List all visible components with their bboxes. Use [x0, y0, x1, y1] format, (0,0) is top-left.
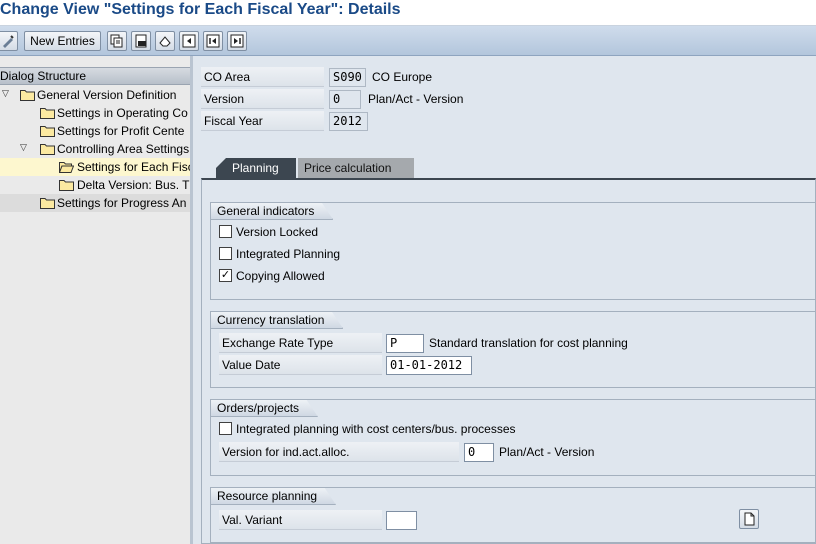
tree-item-label: Settings for Progress An [57, 196, 187, 210]
version-ind-act-alloc-label: Version for ind.act.alloc. [219, 442, 459, 462]
tree-item-settings-each-fiscal-year[interactable]: Settings for Each Fisc [0, 158, 190, 176]
version-value: 0 [329, 90, 361, 109]
val-variant-row: Val. Variant [219, 510, 809, 530]
next-entry-icon[interactable] [227, 31, 247, 51]
create-document-button[interactable] [739, 509, 759, 529]
exchange-rate-type-text: Standard translation for cost planning [429, 336, 628, 350]
undo-icon[interactable] [155, 31, 175, 51]
version-ind-act-alloc-input[interactable]: 0 [464, 443, 494, 462]
folder-icon [40, 126, 55, 137]
folder-icon [59, 180, 74, 191]
integrated-planning-cost-centers-checkbox[interactable]: Integrated planning with cost centers/bu… [219, 420, 516, 438]
checkbox-box[interactable] [219, 422, 232, 436]
folder-icon [40, 108, 55, 119]
open-folder-icon [59, 162, 74, 173]
resource-planning-group: Resource planning Val. Variant [210, 487, 816, 543]
fiscal-year-row: Fiscal Year 2012 [201, 111, 501, 131]
tree-item-label: Delta Version: Bus. T [77, 178, 190, 192]
checkbox-label: Integrated planning with cost centers/bu… [236, 422, 516, 436]
group-title: Currency translation [210, 311, 343, 329]
val-variant-label: Val. Variant [219, 510, 382, 530]
value-date-label: Value Date [219, 355, 382, 375]
version-ind-act-alloc-row: Version for ind.act.alloc. 0 Plan/Act - … [219, 442, 809, 462]
tree-item-label: General Version Definition [37, 88, 177, 102]
group-title: Orders/projects [210, 399, 318, 417]
group-title: General indicators [210, 202, 333, 220]
co-area-label: CO Area [201, 67, 324, 87]
fiscal-year-value: 2012 [329, 112, 368, 131]
version-text: Plan/Act - Version [368, 92, 464, 106]
collapse-icon[interactable]: ▽ [2, 87, 14, 99]
detail-area: CO Area S090 CO Europe Version 0 Plan/Ac… [196, 56, 816, 544]
collapse-icon[interactable]: ▽ [20, 141, 32, 153]
checkmark-icon[interactable]: ✓ [219, 269, 232, 283]
previous-entry-icon[interactable] [203, 31, 223, 51]
orders-projects-group: Orders/projects Integrated planning with… [210, 399, 816, 476]
general-indicators-group: General indicators Version Locked Integr… [210, 202, 816, 300]
folder-icon [40, 144, 55, 155]
dialog-structure-header: Dialog Structure [0, 67, 190, 85]
select-all-icon[interactable] [179, 31, 199, 51]
dialog-structure-panel: Dialog Structure ▽ General Version Defin… [0, 56, 193, 544]
blank-document-icon [744, 512, 755, 526]
version-locked-checkbox[interactable]: Version Locked [219, 223, 318, 241]
planning-tab-panel: General indicators Version Locked Integr… [201, 178, 816, 544]
exchange-rate-type-row: Exchange Rate Type P Standard translatio… [219, 333, 809, 353]
co-area-row: CO Area S090 CO Europe [201, 67, 501, 87]
tree-item-delta-version[interactable]: Delta Version: Bus. T [0, 176, 190, 194]
tree-item-settings-operating[interactable]: Settings in Operating Co [0, 104, 190, 122]
checkbox-label: Copying Allowed [236, 269, 325, 283]
version-label: Version [201, 89, 324, 109]
co-area-value: S090 [329, 68, 366, 87]
checkbox-box[interactable] [219, 247, 232, 261]
tree-item-label: Settings in Operating Co [57, 106, 188, 120]
version-row: Version 0 Plan/Act - Version [201, 89, 501, 109]
currency-translation-group: Currency translation Exchange Rate Type … [210, 311, 816, 388]
copying-allowed-checkbox[interactable]: ✓ Copying Allowed [219, 267, 325, 285]
display-change-icon[interactable] [0, 31, 18, 51]
folder-icon [20, 90, 35, 101]
delete-icon[interactable] [131, 31, 151, 51]
tree-item-settings-profit-center[interactable]: Settings for Profit Cente [0, 122, 190, 140]
value-date-row: Value Date 01-01-2012 [219, 355, 809, 375]
tree-item-label: Controlling Area Settings [57, 142, 190, 156]
folder-icon [40, 198, 55, 209]
copy-icon[interactable] [107, 31, 127, 51]
checkbox-label: Integrated Planning [236, 247, 341, 261]
integrated-planning-checkbox[interactable]: Integrated Planning [219, 245, 340, 263]
exchange-rate-type-label: Exchange Rate Type [219, 333, 382, 353]
co-area-text: CO Europe [372, 70, 433, 84]
tree-item-label: Settings for Profit Cente [57, 124, 185, 138]
new-entries-button[interactable]: New Entries [24, 31, 101, 51]
tree-item-controlling-area-settings[interactable]: ▽ Controlling Area Settings [0, 140, 190, 158]
tree-item-general-version-definition[interactable]: ▽ General Version Definition [0, 86, 190, 104]
title-bar: Change View "Settings for Each Fiscal Ye… [0, 0, 816, 26]
tab-strip: Planning Price calculation [204, 156, 816, 178]
val-variant-input[interactable] [386, 511, 417, 530]
exchange-rate-type-input[interactable]: P [386, 334, 424, 353]
fiscal-year-label: Fiscal Year [201, 111, 324, 131]
tree-item-label: Settings for Each Fisc [77, 160, 190, 174]
checkbox-label: Version Locked [236, 225, 319, 239]
tree-item-settings-progress-analysis[interactable]: Settings for Progress An [0, 194, 190, 212]
checkbox-box[interactable] [219, 225, 232, 239]
group-title: Resource planning [210, 487, 336, 505]
version-ind-act-alloc-text: Plan/Act - Version [499, 445, 595, 459]
tab-price-calculation[interactable]: Price calculation [298, 158, 414, 178]
tab-planning[interactable]: Planning [216, 158, 296, 178]
page-title: Change View "Settings for Each Fiscal Ye… [0, 1, 401, 18]
value-date-input[interactable]: 01-01-2012 [386, 356, 472, 375]
application-toolbar: New Entries [0, 26, 816, 56]
